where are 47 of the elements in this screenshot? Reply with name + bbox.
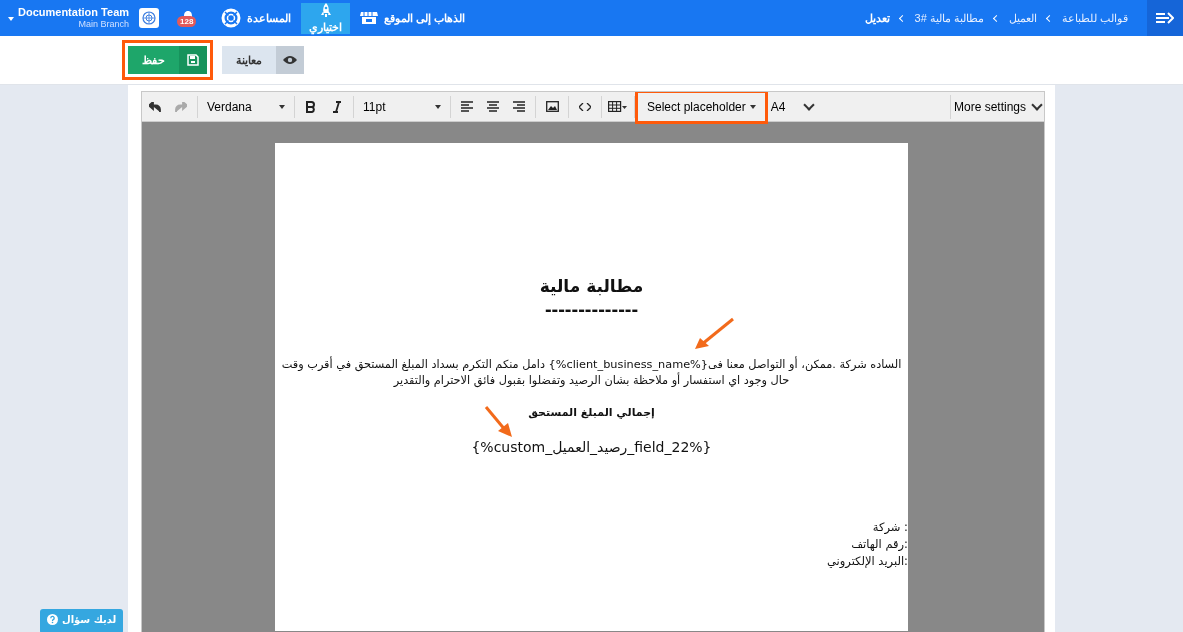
rocket-icon [319,2,332,19]
more-settings-select[interactable]: More settings [949,94,1044,119]
branch-name: Main Branch [78,18,130,30]
bold-icon [306,100,316,113]
font-family-select[interactable]: Verdana [201,94,291,119]
nav-tab[interactable]: اختياري [301,2,351,34]
lifebuoy-icon [221,8,242,28]
contact-label: :رقم الهاتف [851,536,908,553]
breadcrumb-link[interactable]: مطالبة مالية #3 [914,11,984,25]
account-name: Documentation Team [18,6,130,18]
menu-arrow-icon [1156,12,1174,24]
nav-tab[interactable]: الذهاب إلى الموقع [350,11,476,25]
title-rule: -------------- [544,298,639,321]
help-question-button[interactable]: لديك سؤال [40,609,124,632]
align-center-icon [487,101,499,112]
breadcrumb-link[interactable]: تعديل [864,11,890,25]
nav-tab[interactable]: المساعدة [211,8,302,28]
storefront-icon [360,11,379,25]
question-icon [47,614,58,625]
align-right-icon [513,101,525,112]
notifications-button[interactable]: 128 [177,10,200,26]
breadcrumb-link[interactable]: قوالب للطباعة [1061,11,1128,25]
table-icon [608,101,628,112]
sidebar-toggle-button[interactable] [1147,0,1183,36]
account-switcher[interactable]: Documentation Team Main Branch [0,6,138,30]
placeholder-field-text: {%custom_رصيد_العميل_field_22%} [471,439,712,455]
redo-icon [175,101,187,112]
align-left-icon [461,101,473,112]
image-icon [545,101,559,112]
letter-text: الساده شركة .ممكن، أو التواصل معنا فى{%client_business_name%} دامل منكم التكرم بسداد المبلغ المستحق في أقرب وقت [281,357,902,372]
notification-count: 128 [177,16,197,27]
save-button[interactable]: حفظ [128,46,207,74]
italic-icon [332,100,342,113]
paper-size-select[interactable]: A4 [764,94,817,119]
code-icon [579,102,591,111]
preview-button[interactable]: معاينة [222,46,304,74]
breadcrumb-link[interactable]: العميل [1008,11,1037,25]
contact-label: :البريد الإلكتروني [826,553,908,570]
contact-label: : شركة [872,519,908,536]
placeholder-select[interactable]: Select placeholder [644,94,759,119]
amount-heading: إجمالي المبلغ المستحق [528,406,655,419]
document-title: مطالبة مالية [539,276,644,296]
undo-icon [149,101,161,112]
letter-text: حال وجود اي استفسار أو ملاحظة بشان الرصيد وتفضلوا بقبول فائق الاحترام والتقدير [393,373,790,389]
eye-icon [283,55,297,65]
company-logo[interactable] [139,8,160,28]
font-size-select[interactable]: 11pt [357,94,447,119]
